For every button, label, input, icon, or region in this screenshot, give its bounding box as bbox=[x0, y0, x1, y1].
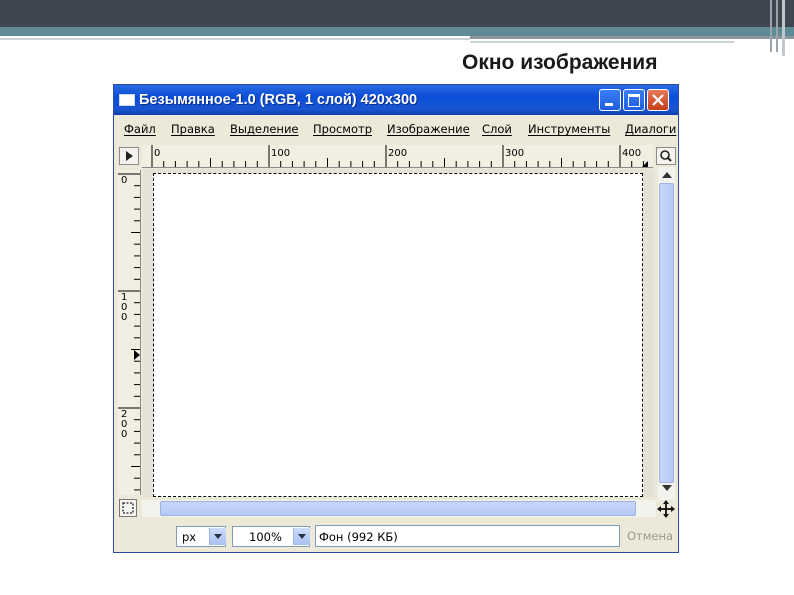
ruler-pointer bbox=[134, 350, 140, 360]
quick-mask-toggle[interactable] bbox=[119, 499, 137, 517]
ruler-label: 300 bbox=[505, 148, 524, 159]
canvas-area[interactable] bbox=[143, 169, 654, 497]
minimize-icon bbox=[605, 103, 613, 106]
menu-tools[interactable]: Инструменты bbox=[528, 122, 610, 136]
four-arrows-icon[interactable] bbox=[657, 500, 675, 518]
slide-ornament bbox=[776, 0, 778, 52]
cancel-button[interactable]: Отмена bbox=[624, 526, 676, 547]
unit-value: px bbox=[182, 530, 197, 544]
status-info-text: Фон (992 КБ) bbox=[319, 530, 398, 544]
magnifier-icon bbox=[660, 150, 672, 162]
vertical-ruler-ticks: 0100200 bbox=[118, 173, 140, 491]
zoom-select[interactable]: 100% bbox=[232, 526, 310, 547]
ruler-label: 400 bbox=[622, 148, 641, 159]
menu-image[interactable]: Изображение bbox=[387, 122, 470, 136]
chevron-down-icon[interactable] bbox=[209, 528, 226, 545]
close-icon bbox=[652, 94, 664, 106]
dashed-square-icon bbox=[122, 502, 134, 514]
window-title: Безымянное-1.0 (RGB, 1 слой) 420x300 bbox=[139, 92, 418, 108]
window-titlebar[interactable]: Безымянное-1.0 (RGB, 1 слой) 420x300 bbox=[114, 85, 678, 115]
ruler-label: 0 bbox=[121, 312, 127, 323]
vertical-ruler[interactable]: 0100200 bbox=[118, 170, 141, 495]
maximize-icon bbox=[628, 94, 640, 107]
menu-file[interactable]: Файл bbox=[124, 122, 156, 136]
window-icon bbox=[119, 94, 135, 106]
menu-select[interactable]: Выделение bbox=[230, 122, 299, 136]
unit-select[interactable]: px bbox=[176, 526, 226, 547]
horizontal-scroll-thumb[interactable] bbox=[160, 501, 636, 516]
zoom-value: 100% bbox=[249, 530, 282, 544]
horizontal-scrollbar[interactable] bbox=[142, 500, 656, 517]
cancel-label: Отмена bbox=[627, 529, 674, 543]
close-button[interactable] bbox=[647, 89, 669, 111]
image-window: Безымянное-1.0 (RGB, 1 слой) 420x300 Фай… bbox=[113, 84, 679, 553]
menu-bar: Файл Правка Выделение Просмотр Изображен… bbox=[114, 116, 678, 142]
chevron-down-icon[interactable] bbox=[293, 528, 310, 545]
slide-divider bbox=[0, 38, 470, 40]
menu-layer[interactable]: Слой bbox=[482, 122, 512, 136]
slide-accent-band bbox=[0, 27, 794, 36]
ruler-label: 100 bbox=[271, 148, 290, 159]
slide-title: Окно изображения bbox=[462, 51, 658, 74]
navigate-button[interactable] bbox=[119, 147, 139, 165]
status-info: Фон (992 КБ) bbox=[315, 525, 620, 547]
menu-edit[interactable]: Правка bbox=[171, 122, 215, 136]
ruler-label: 200 bbox=[388, 148, 407, 159]
vertical-scrollbar[interactable] bbox=[658, 167, 675, 500]
status-bar: px 100% Фон (992 КБ) Отмена bbox=[114, 521, 678, 552]
slide-divider bbox=[470, 41, 734, 43]
scroll-up-icon[interactable] bbox=[662, 172, 672, 178]
scroll-down-icon[interactable] bbox=[662, 485, 672, 491]
ruler-label: 0 bbox=[121, 429, 127, 440]
slide-divider bbox=[470, 36, 794, 39]
horizontal-ruler-ticks: 0 100 200 300 400 bbox=[151, 145, 648, 167]
menu-view[interactable]: Просмотр bbox=[313, 122, 372, 136]
slide-ornament bbox=[770, 0, 772, 52]
maximize-button[interactable] bbox=[623, 89, 645, 111]
slide-header-band bbox=[0, 0, 794, 27]
vertical-scroll-thumb[interactable] bbox=[659, 183, 674, 483]
image-canvas[interactable] bbox=[153, 173, 643, 497]
slide-ornament bbox=[782, 0, 785, 56]
menu-dialogs[interactable]: Диалоги bbox=[625, 122, 676, 136]
ruler-label: 0 bbox=[154, 148, 160, 159]
ruler-label: 0 bbox=[121, 175, 127, 186]
play-triangle-icon bbox=[126, 151, 133, 161]
zoom-button[interactable] bbox=[656, 147, 676, 165]
horizontal-ruler[interactable]: 0 100 200 300 400 bbox=[142, 145, 653, 168]
minimize-button[interactable] bbox=[599, 89, 621, 111]
